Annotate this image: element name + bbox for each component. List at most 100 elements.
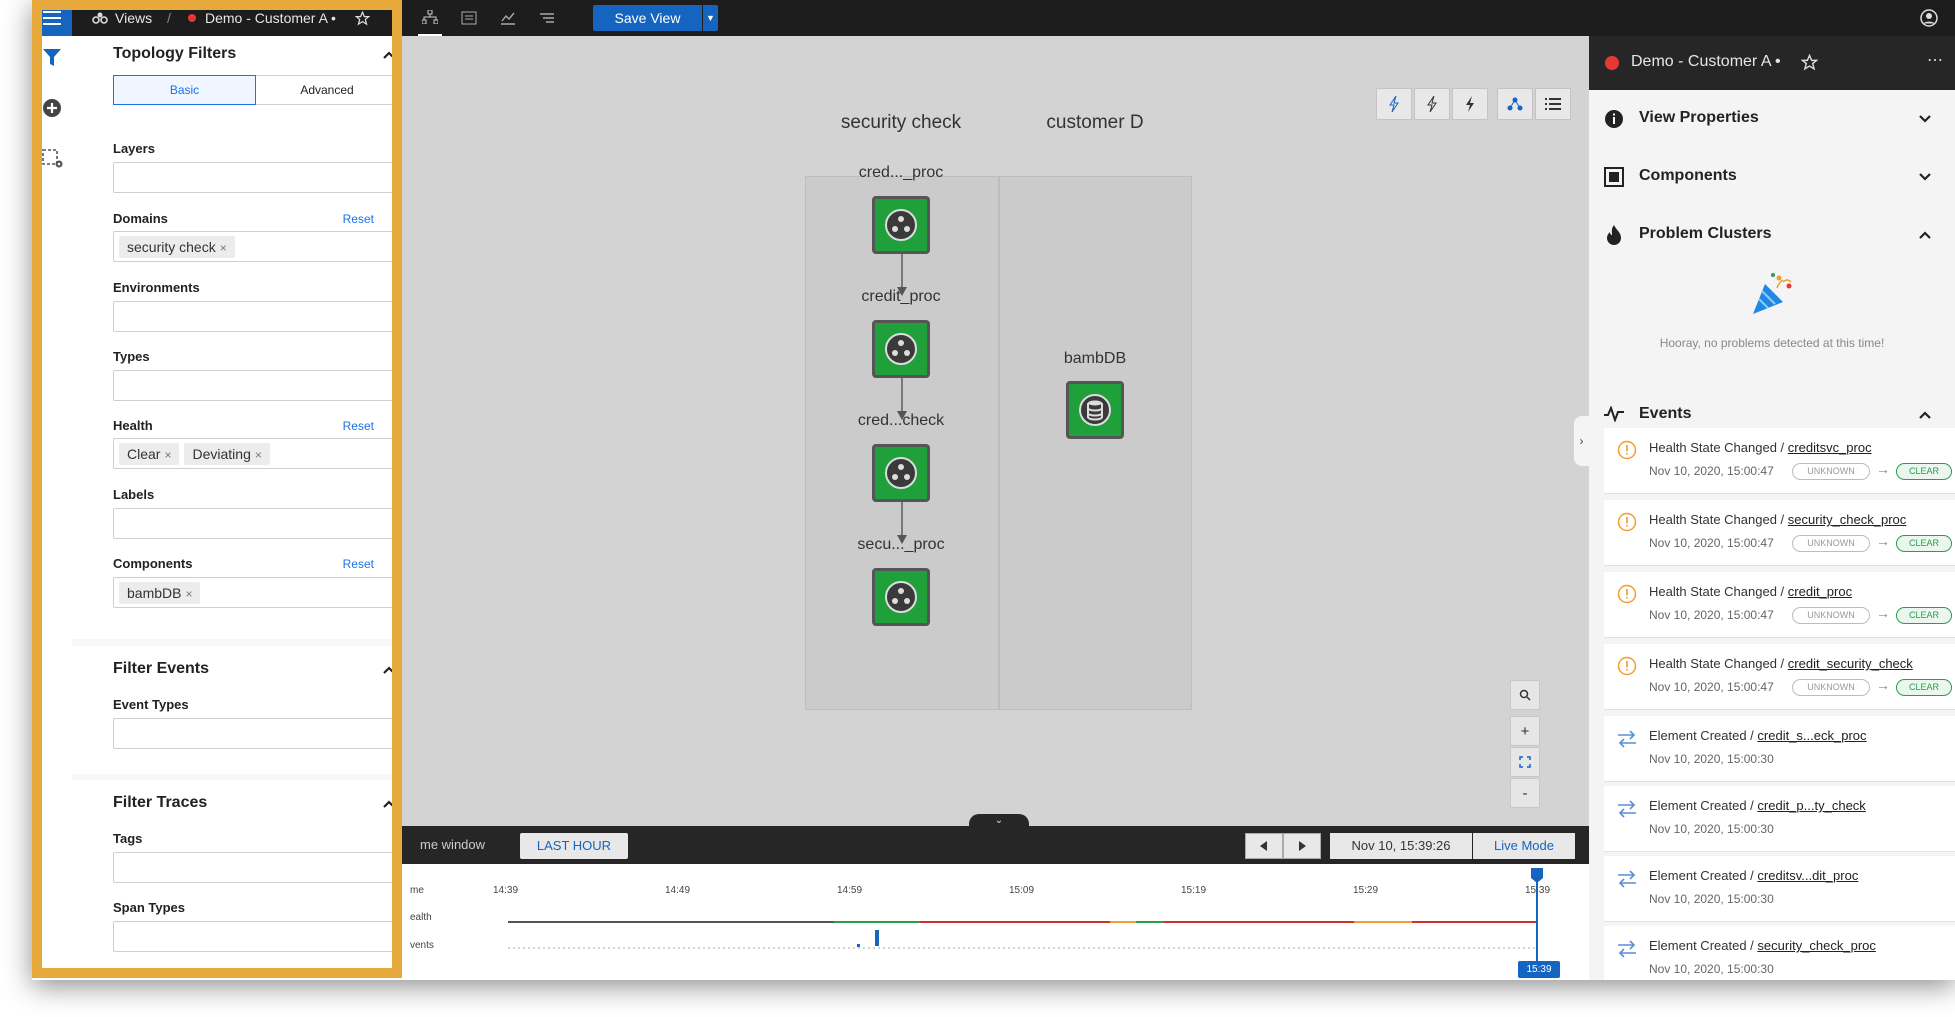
- tab-basic[interactable]: Basic: [113, 75, 256, 105]
- metrics-view-icon[interactable]: [496, 0, 520, 36]
- event-target-link[interactable]: security_check_proc: [1757, 938, 1876, 953]
- event-time: Nov 10, 2020, 15:00:30: [1649, 892, 1774, 906]
- remove-chip-icon[interactable]: ×: [255, 448, 262, 462]
- event-type: Element Created: [1649, 868, 1747, 883]
- topology-canvas[interactable]: security check customer D cred..._proc c…: [402, 36, 1589, 828]
- tab-advanced[interactable]: Advanced: [256, 75, 399, 105]
- event-item[interactable]: Element Created / creditsv...dit_proc No…: [1604, 856, 1955, 922]
- topology-view-icon[interactable]: [418, 0, 442, 36]
- remove-chip-icon[interactable]: ×: [220, 241, 227, 255]
- expand-right-panel-icon[interactable]: ›: [1574, 416, 1589, 466]
- event-target-link[interactable]: security_check_proc: [1788, 512, 1907, 527]
- event-item[interactable]: Health State Changed / creditsvc_proc No…: [1604, 428, 1955, 494]
- event-target-link[interactable]: credit_proc: [1788, 584, 1852, 599]
- chevron-down-icon[interactable]: [1919, 114, 1931, 124]
- layers-label: Layers: [113, 141, 155, 156]
- swap-arrows-icon: [1618, 730, 1636, 748]
- environments-label: Environments: [113, 280, 200, 295]
- topology-filters-section: Topology Filters Basic Advanced Layers D…: [72, 36, 402, 639]
- event-types-input[interactable]: [113, 718, 399, 749]
- chevron-up-icon[interactable]: [1919, 410, 1931, 420]
- traces-view-icon[interactable]: [535, 0, 559, 36]
- health-input[interactable]: Clear × Deviating ×: [113, 438, 399, 469]
- database-icon: [1079, 394, 1111, 426]
- critical-toggle-icon[interactable]: [1452, 88, 1488, 120]
- remove-chip-icon[interactable]: ×: [164, 448, 171, 462]
- chevron-up-icon[interactable]: [1919, 230, 1931, 240]
- labels-label: Labels: [113, 487, 155, 502]
- event-target-link[interactable]: credit_security_check: [1788, 656, 1913, 671]
- zoom-in-button[interactable]: +: [1510, 716, 1540, 746]
- event-item[interactable]: Health State Changed / security_check_pr…: [1604, 500, 1955, 566]
- event-title: Health State Changed / credit_proc: [1649, 584, 1852, 599]
- more-options-icon[interactable]: ⋯: [1927, 50, 1944, 70]
- view-properties-section[interactable]: View Properties: [1589, 90, 1955, 148]
- current-time-display[interactable]: Nov 10, 15:39:26: [1330, 833, 1472, 859]
- no-problems-message: Hooray, no problems detected at this tim…: [1659, 336, 1885, 350]
- status-dot: [1605, 56, 1619, 70]
- components-section[interactable]: Components: [1589, 148, 1955, 206]
- zoom-out-button[interactable]: -: [1510, 778, 1540, 808]
- event-target-link[interactable]: creditsvc_proc: [1788, 440, 1872, 455]
- environments-input[interactable]: [113, 301, 399, 332]
- step-back-icon[interactable]: [1245, 833, 1283, 859]
- step-forward-icon[interactable]: [1283, 833, 1321, 859]
- user-icon[interactable]: [1914, 0, 1944, 36]
- filter-icon[interactable]: [42, 48, 62, 73]
- process-node[interactable]: [872, 568, 930, 626]
- event-target-link[interactable]: credit_p...ty_check: [1757, 798, 1865, 813]
- node-label: bambDB: [1063, 350, 1127, 367]
- graph-view-icon[interactable]: [1497, 88, 1533, 120]
- breadcrumb-separator: /: [167, 10, 171, 26]
- labels-input[interactable]: [113, 508, 399, 539]
- layers-input[interactable]: [113, 162, 399, 193]
- process-node[interactable]: [872, 196, 930, 254]
- event-item[interactable]: Element Created / credit_p...ty_check No…: [1604, 786, 1955, 852]
- chevron-up-icon[interactable]: [383, 665, 395, 675]
- health-reset-link[interactable]: Reset: [343, 419, 374, 433]
- event-separator: /: [1776, 512, 1788, 527]
- event-type: Health State Changed: [1649, 440, 1777, 455]
- time-window-selector[interactable]: LAST HOUR: [520, 833, 628, 859]
- event-type: Element Created: [1649, 728, 1747, 743]
- problem-clusters-section[interactable]: Problem Clusters: [1589, 206, 1955, 264]
- view-settings-icon[interactable]: [42, 149, 64, 174]
- event-item[interactable]: Health State Changed / credit_security_c…: [1604, 644, 1955, 710]
- add-icon[interactable]: [42, 98, 62, 123]
- event-item[interactable]: Health State Changed / credit_proc Nov 1…: [1604, 572, 1955, 638]
- fit-view-icon[interactable]: [1510, 747, 1540, 777]
- tags-input[interactable]: [113, 852, 399, 883]
- types-input[interactable]: [113, 370, 399, 401]
- database-node[interactable]: [1066, 381, 1124, 439]
- star-icon[interactable]: [1800, 53, 1819, 76]
- hamburger-icon[interactable]: [32, 0, 72, 36]
- save-view-dropdown[interactable]: ▼: [703, 5, 718, 31]
- live-mode-button[interactable]: Live Mode: [1473, 833, 1575, 859]
- domains-reset-link[interactable]: Reset: [343, 212, 374, 226]
- process-node[interactable]: [872, 320, 930, 378]
- event-target-link[interactable]: credit_s...eck_proc: [1757, 728, 1866, 743]
- event-time: Nov 10, 2020, 15:00:47: [1649, 608, 1774, 622]
- remove-chip-icon[interactable]: ×: [185, 587, 192, 601]
- domains-input[interactable]: security check ×: [113, 231, 399, 262]
- star-icon[interactable]: [353, 0, 371, 36]
- chevron-down-icon[interactable]: [1919, 172, 1931, 182]
- problems-toggle-icon[interactable]: [1376, 88, 1412, 120]
- event-item[interactable]: Element Created / security_check_proc No…: [1604, 926, 1955, 980]
- list-view-icon[interactable]: [1535, 88, 1571, 120]
- chevron-up-icon[interactable]: [383, 50, 395, 60]
- events-view-icon[interactable]: [457, 0, 481, 36]
- views-link[interactable]: Views: [115, 0, 152, 36]
- event-item[interactable]: Element Created / credit_s...eck_proc No…: [1604, 716, 1955, 782]
- process-node[interactable]: [872, 444, 930, 502]
- chevron-up-icon[interactable]: [383, 799, 395, 809]
- search-icon[interactable]: [1510, 680, 1540, 710]
- components-reset-link[interactable]: Reset: [343, 557, 374, 571]
- span-types-input[interactable]: [113, 921, 399, 952]
- deviating-toggle-icon[interactable]: [1414, 88, 1450, 120]
- event-target-link[interactable]: creditsv...dit_proc: [1757, 868, 1858, 883]
- span-types-label: Span Types: [113, 900, 186, 915]
- save-view-button[interactable]: Save View: [593, 5, 702, 31]
- timeline[interactable]: me ealth vents 14:39 14:49 14:59 15:09 1…: [402, 864, 1589, 980]
- components-input[interactable]: bambDB ×: [113, 577, 399, 608]
